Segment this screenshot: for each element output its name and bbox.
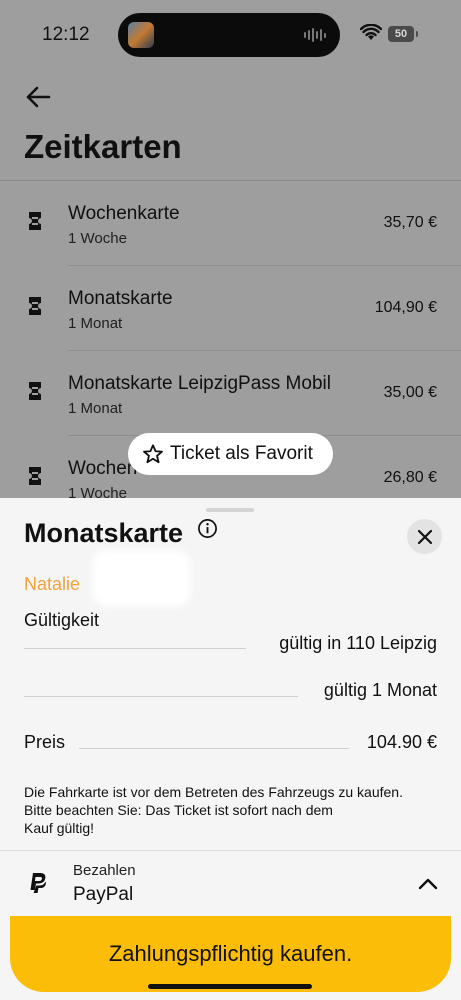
status-time: 12:12 xyxy=(42,24,90,45)
favorite-button-label: Ticket als Favorit xyxy=(170,443,313,464)
ticket-price: 35,00 € xyxy=(383,384,437,401)
ticket-duration: 1 Monat xyxy=(68,400,123,417)
validity-duration: gültig 1 Monat xyxy=(323,680,437,700)
ticket-row-wochenkarte[interactable]: Wochenkarte 1 Woche 35,70 € xyxy=(0,181,461,266)
ticket-icon xyxy=(29,297,41,315)
info-icon[interactable] xyxy=(197,518,218,539)
close-icon xyxy=(417,529,432,544)
chevron-up-icon[interactable] xyxy=(418,876,438,890)
payment-method[interactable]: PayPal xyxy=(73,884,133,906)
divider xyxy=(0,850,461,851)
star-icon xyxy=(143,444,163,464)
notice-line: Die Fahrkarte ist vor dem Betreten des F… xyxy=(24,784,403,800)
ticket-name: Wochenkarte xyxy=(68,203,180,224)
divider xyxy=(79,748,349,749)
divider xyxy=(24,696,298,697)
redacted-surname xyxy=(92,550,190,606)
ticket-duration: 1 Monat xyxy=(68,315,123,332)
price-value: 104.90 € xyxy=(366,732,437,752)
notice-line: Kauf gültig! xyxy=(24,820,95,836)
ticket-duration: 1 Woche xyxy=(68,230,127,247)
price-label: Preis xyxy=(24,732,66,752)
purchase-notice: Die Fahrkarte ist vor dem Betreten des F… xyxy=(24,783,444,837)
ticket-name: Wochen xyxy=(68,458,138,479)
ticket-icon xyxy=(29,467,41,485)
favorite-button[interactable]: Ticket als Favorit xyxy=(128,433,333,475)
dynamic-island xyxy=(118,13,340,57)
audio-waveform-icon xyxy=(304,28,326,42)
status-bar: 12:12 50 xyxy=(0,0,461,70)
ticket-holder-name: Natalie xyxy=(24,574,81,594)
ticket-price: 104,90 € xyxy=(374,299,437,316)
divider xyxy=(24,648,246,649)
notice-line: Bitte beachten Sie: Das Ticket ist sofor… xyxy=(24,802,333,818)
payment-label: Bezahlen xyxy=(73,862,136,879)
sheet-drag-handle[interactable] xyxy=(206,508,254,512)
close-button[interactable] xyxy=(407,519,442,554)
ticket-icon xyxy=(29,382,41,400)
purchase-sheet: Monatskarte Natalie Gültigkeit gültig in… xyxy=(0,498,461,1000)
ticket-icon xyxy=(29,212,41,230)
ticket-name: Monatskarte xyxy=(68,288,173,309)
now-playing-app-icon xyxy=(128,22,154,48)
battery-icon: 50 xyxy=(388,26,414,42)
battery-tip xyxy=(416,31,418,37)
back-arrow-icon[interactable] xyxy=(24,84,52,110)
ticket-row-monatskarte[interactable]: Monatskarte 1 Monat 104,90 € xyxy=(0,266,461,351)
sheet-title: Monatskarte xyxy=(24,518,184,548)
paypal-icon xyxy=(30,873,46,893)
ticket-name: Monatskarte LeipzigPass Mobil xyxy=(68,373,331,394)
validity-zone: gültig in 110 Leipzig xyxy=(279,633,437,653)
buy-button[interactable]: Zahlungspflichtig kaufen. xyxy=(10,916,451,992)
page-title: Zeitkarten xyxy=(24,128,182,165)
ticket-row-leipzigpass[interactable]: Monatskarte LeipzigPass Mobil 1 Monat 35… xyxy=(0,351,461,436)
validity-label: Gültigkeit xyxy=(24,610,100,630)
home-indicator xyxy=(148,984,312,989)
ticket-price: 35,70 € xyxy=(383,214,437,231)
wifi-icon xyxy=(360,24,382,40)
ticket-price: 26,80 € xyxy=(383,469,437,486)
